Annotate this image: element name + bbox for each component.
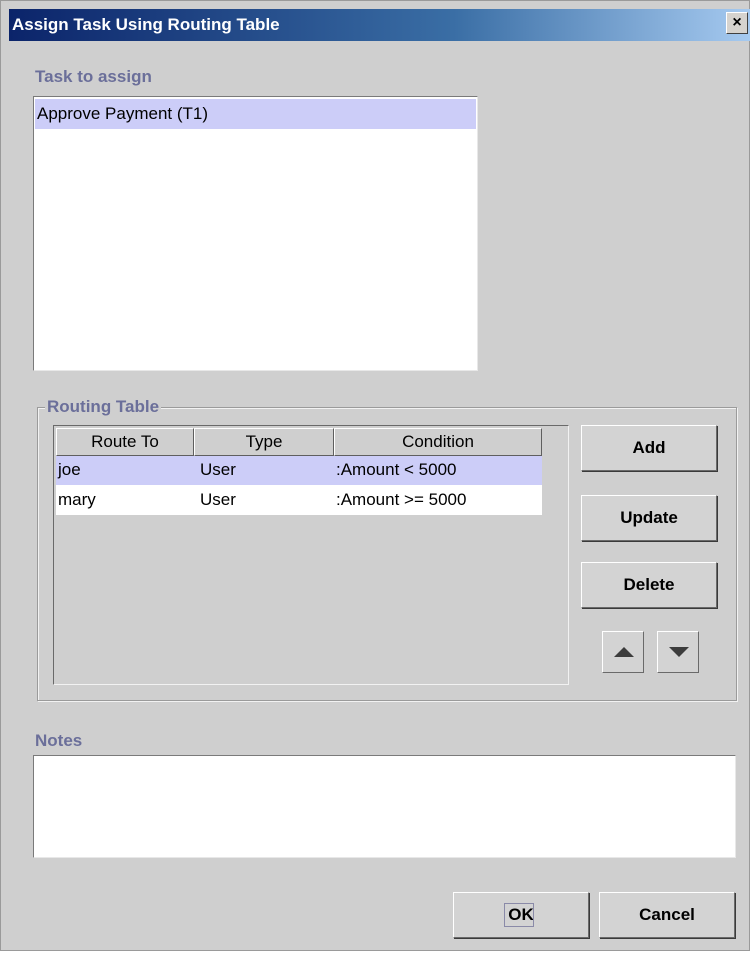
column-header-route-to[interactable]: Route To (56, 428, 194, 456)
cell-condition: :Amount < 5000 (336, 460, 457, 479)
add-button[interactable]: Add (581, 425, 717, 471)
cell-condition: :Amount >= 5000 (336, 490, 467, 509)
routing-table-label: Routing Table (45, 397, 162, 417)
task-to-assign-label: Task to assign (35, 67, 152, 86)
table-row[interactable]: joe User :Amount < 5000 (56, 456, 542, 486)
task-list-item[interactable]: Approve Payment (T1) (35, 99, 476, 129)
table-body: joe User :Amount < 5000 mary User :Amoun… (56, 456, 542, 515)
notes-label: Notes (35, 731, 83, 750)
close-icon: × (732, 14, 742, 31)
cell-route-to: joe (58, 460, 81, 479)
focus-indicator (504, 903, 534, 927)
table-header: Route To Type Condition (56, 428, 542, 456)
column-header-type[interactable]: Type (194, 428, 334, 456)
dialog-title: Assign Task Using Routing Table (12, 15, 280, 34)
move-down-button[interactable] (657, 631, 699, 673)
table-row[interactable]: mary User :Amount >= 5000 (56, 486, 542, 515)
cell-type: User (200, 460, 236, 479)
dialog-titlebar: Assign Task Using Routing Table × (9, 9, 750, 41)
routing-table[interactable]: Route To Type Condition joe User :Amount… (53, 425, 569, 685)
move-up-button[interactable] (602, 631, 644, 673)
ok-button[interactable]: OK (453, 892, 589, 938)
column-header-condition[interactable]: Condition (334, 428, 542, 456)
arrow-up-icon (614, 647, 634, 657)
cancel-button[interactable]: Cancel (599, 892, 735, 938)
cell-route-to: mary (58, 490, 96, 509)
assign-task-dialog: Assign Task Using Routing Table × Task t… (0, 0, 750, 951)
notes-field[interactable] (33, 755, 736, 858)
arrow-down-icon (669, 647, 689, 657)
close-button[interactable]: × (726, 12, 748, 34)
task-list[interactable]: Approve Payment (T1) (33, 96, 478, 371)
delete-button[interactable]: Delete (581, 562, 717, 608)
cell-type: User (200, 490, 236, 509)
update-button[interactable]: Update (581, 495, 717, 541)
